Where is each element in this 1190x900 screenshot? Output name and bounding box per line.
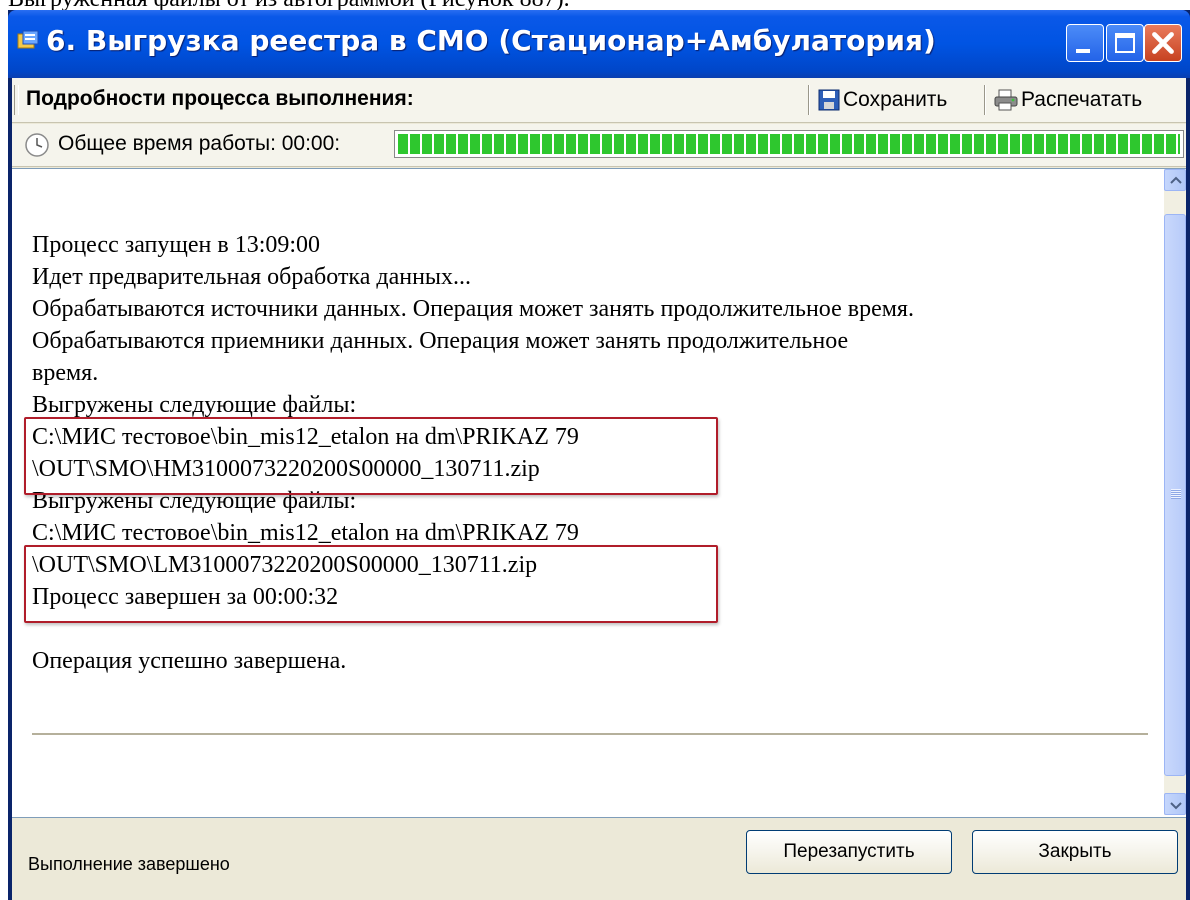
- toolbar-separator: [984, 85, 986, 115]
- details-toolbar: Подробности процесса выполнения: Сохрани…: [12, 78, 1186, 123]
- toolbar-grip[interactable]: [14, 85, 19, 115]
- progress-fill: [398, 134, 1180, 154]
- document-cutoff-text: Выгруженная файлы от из автограммой (Рис…: [8, 0, 908, 10]
- details-label: Подробности процесса выполнения:: [26, 87, 414, 110]
- minimize-button[interactable]: [1066, 24, 1104, 62]
- clock-icon: [25, 133, 49, 157]
- log-line: Операция успешно завершена.: [32, 648, 347, 674]
- highlight-box-file2: [24, 545, 718, 623]
- scroll-up-button[interactable]: [1164, 169, 1186, 191]
- log-line: Обрабатываются источники данных. Операци…: [32, 296, 914, 322]
- dialog-client-area: Подробности процесса выполнения: Сохрани…: [12, 78, 1186, 900]
- progress-toolbar: Общее время работы: 00:00:: [12, 124, 1186, 167]
- window-title: 6. Выгрузка реестра в СМО (Стационар+Амб…: [46, 24, 936, 57]
- highlight-box-file1: [24, 417, 718, 495]
- dialog-window: 6. Выгрузка реестра в СМО (Стационар+Амб…: [8, 10, 1190, 900]
- title-bar[interactable]: 6. Выгрузка реестра в СМО (Стационар+Амб…: [8, 10, 1190, 78]
- save-label: Сохранить: [843, 88, 948, 111]
- maximize-icon: [1115, 33, 1135, 53]
- app-icon: [17, 30, 39, 49]
- log-line: время.: [32, 360, 99, 386]
- log-panel[interactable]: Процесс запущен в 13:09:00 Идет предварит…: [12, 168, 1186, 818]
- progress-bar: [394, 130, 1184, 158]
- log-line: Обрабатываются приемники данных. Операци…: [32, 328, 849, 354]
- print-label: Распечатать: [1021, 88, 1143, 111]
- floppy-disk-icon: [818, 89, 840, 111]
- chevron-up-icon: [1170, 176, 1182, 184]
- maximize-button[interactable]: [1106, 24, 1144, 62]
- printer-icon: [994, 89, 1018, 111]
- scroll-thumb[interactable]: [1164, 214, 1186, 776]
- toolbar-separator: [808, 85, 810, 115]
- status-text: Выполнение завершено: [28, 854, 230, 874]
- scroll-grip-icon: [1171, 489, 1181, 499]
- save-button[interactable]: Сохранить: [818, 84, 947, 116]
- vertical-scrollbar[interactable]: [1164, 169, 1186, 815]
- close-button[interactable]: Закрыть: [972, 830, 1178, 874]
- total-time-label: Общее время работы: 00:00:: [58, 132, 341, 155]
- restart-button[interactable]: Перезапустить: [746, 830, 952, 874]
- log-divider: [32, 733, 1148, 735]
- close-window-button[interactable]: [1144, 24, 1182, 62]
- close-icon: [1152, 32, 1174, 54]
- scroll-down-button[interactable]: [1164, 793, 1186, 815]
- log-line: Процесс запущен в 13:09:00: [32, 232, 321, 258]
- print-button[interactable]: Распечатать: [994, 84, 1142, 116]
- chevron-down-icon: [1170, 802, 1182, 810]
- minimize-icon: [1076, 49, 1090, 53]
- log-line: Идет предварительная обработка данных...: [32, 264, 472, 290]
